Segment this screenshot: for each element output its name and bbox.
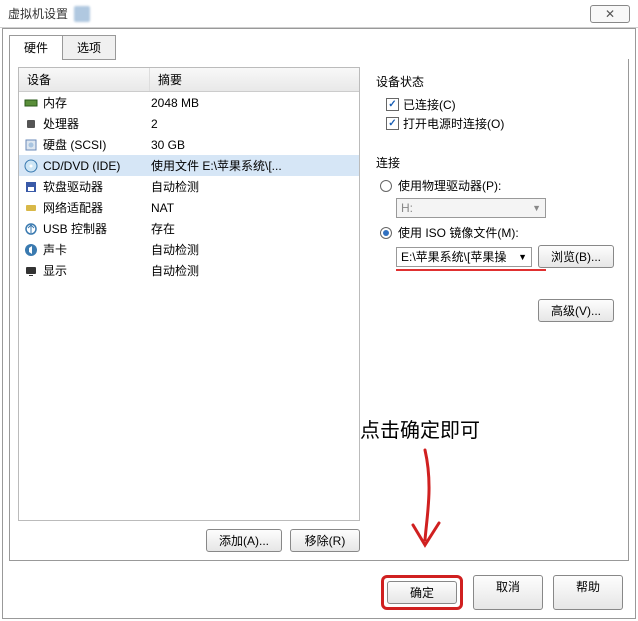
title-bar: 虚拟机设置 ✕ bbox=[0, 0, 638, 28]
device-name: 声卡 bbox=[43, 241, 151, 258]
device-name: 显示 bbox=[43, 262, 151, 279]
chevron-down-icon: ▼ bbox=[532, 203, 541, 213]
sound-icon bbox=[23, 242, 39, 258]
device-summary: 使用文件 E:\苹果系统\[... bbox=[151, 157, 355, 174]
table-row[interactable]: 处理器2 bbox=[19, 113, 359, 134]
chevron-down-icon: ▼ bbox=[518, 252, 527, 262]
use-physical-label: 使用物理驱动器(P): bbox=[398, 177, 501, 194]
connected-label: 已连接(C) bbox=[403, 96, 456, 113]
table-row[interactable]: 硬盘 (SCSI)30 GB bbox=[19, 134, 359, 155]
connect-at-poweron-label: 打开电源时连接(O) bbox=[403, 115, 504, 132]
annotation-arrow bbox=[405, 445, 465, 565]
table-row[interactable]: 软盘驱动器自动检测 bbox=[19, 176, 359, 197]
close-icon: ✕ bbox=[605, 7, 615, 21]
status-group-title: 设备状态 bbox=[376, 73, 614, 90]
dialog-body: 硬件 选项 设备 摘要 内存2048 MB处理器2硬盘 (SCSI)30 GBC… bbox=[2, 28, 636, 619]
device-name: 处理器 bbox=[43, 115, 151, 132]
physical-drive-value: H: bbox=[401, 201, 413, 215]
table-row[interactable]: CD/DVD (IDE)使用文件 E:\苹果系统\[... bbox=[19, 155, 359, 176]
disk-icon bbox=[23, 137, 39, 153]
table-row[interactable]: 内存2048 MB bbox=[19, 92, 359, 113]
usb-icon bbox=[23, 221, 39, 237]
connect-at-poweron-checkbox[interactable]: ✓ bbox=[386, 117, 399, 130]
device-summary: 2048 MB bbox=[151, 96, 355, 110]
tab-options[interactable]: 选项 bbox=[62, 35, 116, 60]
connected-checkbox[interactable]: ✓ bbox=[386, 98, 399, 111]
window-title: 虚拟机设置 bbox=[8, 5, 68, 22]
device-table-header: 设备 摘要 bbox=[19, 68, 359, 92]
device-summary: 30 GB bbox=[151, 138, 355, 152]
col-device[interactable]: 设备 bbox=[19, 68, 149, 91]
device-name: 硬盘 (SCSI) bbox=[43, 136, 151, 153]
dialog-button-bar: 确定 取消 帮助 bbox=[3, 567, 635, 618]
use-iso-label: 使用 ISO 镜像文件(M): bbox=[398, 224, 519, 241]
ok-button[interactable]: 确定 bbox=[387, 581, 457, 604]
annotation-underline bbox=[396, 269, 546, 271]
cd-icon bbox=[23, 158, 39, 174]
connection-group-title: 连接 bbox=[376, 154, 614, 171]
use-iso-radio[interactable] bbox=[380, 227, 392, 239]
browse-button[interactable]: 浏览(B)... bbox=[538, 245, 614, 268]
iso-path-select[interactable]: E:\苹果系统\[苹果操 ▼ bbox=[396, 247, 532, 267]
ok-highlight-box: 确定 bbox=[381, 575, 463, 610]
table-row[interactable]: 显示自动检测 bbox=[19, 260, 359, 281]
device-name: 软盘驱动器 bbox=[43, 178, 151, 195]
network-icon bbox=[23, 200, 39, 216]
tab-hardware[interactable]: 硬件 bbox=[9, 35, 63, 60]
device-name: USB 控制器 bbox=[43, 220, 151, 237]
table-row[interactable]: USB 控制器存在 bbox=[19, 218, 359, 239]
add-device-button[interactable]: 添加(A)... bbox=[206, 529, 282, 552]
title-blur-icon bbox=[74, 6, 90, 22]
tab-strip: 硬件 选项 bbox=[3, 29, 635, 60]
use-physical-radio[interactable] bbox=[380, 180, 392, 192]
device-summary: 自动检测 bbox=[151, 262, 355, 279]
device-summary: 2 bbox=[151, 117, 355, 131]
device-summary: NAT bbox=[151, 201, 355, 215]
display-icon bbox=[23, 263, 39, 279]
device-name: 内存 bbox=[43, 94, 151, 111]
memory-icon bbox=[23, 95, 39, 111]
physical-drive-select: H: ▼ bbox=[396, 198, 546, 218]
window-close-button[interactable]: ✕ bbox=[590, 5, 630, 23]
device-summary: 自动检测 bbox=[151, 178, 355, 195]
cancel-button[interactable]: 取消 bbox=[473, 575, 543, 610]
col-summary[interactable]: 摘要 bbox=[149, 68, 359, 91]
device-name: CD/DVD (IDE) bbox=[43, 159, 151, 173]
help-button[interactable]: 帮助 bbox=[553, 575, 623, 610]
table-row[interactable]: 网络适配器NAT bbox=[19, 197, 359, 218]
remove-device-button[interactable]: 移除(R) bbox=[290, 529, 360, 552]
iso-path-value: E:\苹果系统\[苹果操 bbox=[401, 248, 506, 265]
device-table: 设备 摘要 内存2048 MB处理器2硬盘 (SCSI)30 GBCD/DVD … bbox=[18, 67, 360, 521]
annotation-text: 点击确定即可 bbox=[360, 414, 480, 443]
table-row[interactable]: 声卡自动检测 bbox=[19, 239, 359, 260]
device-summary: 存在 bbox=[151, 220, 355, 237]
device-summary: 自动检测 bbox=[151, 241, 355, 258]
device-name: 网络适配器 bbox=[43, 199, 151, 216]
advanced-button[interactable]: 高级(V)... bbox=[538, 299, 614, 322]
floppy-icon bbox=[23, 179, 39, 195]
cpu-icon bbox=[23, 116, 39, 132]
